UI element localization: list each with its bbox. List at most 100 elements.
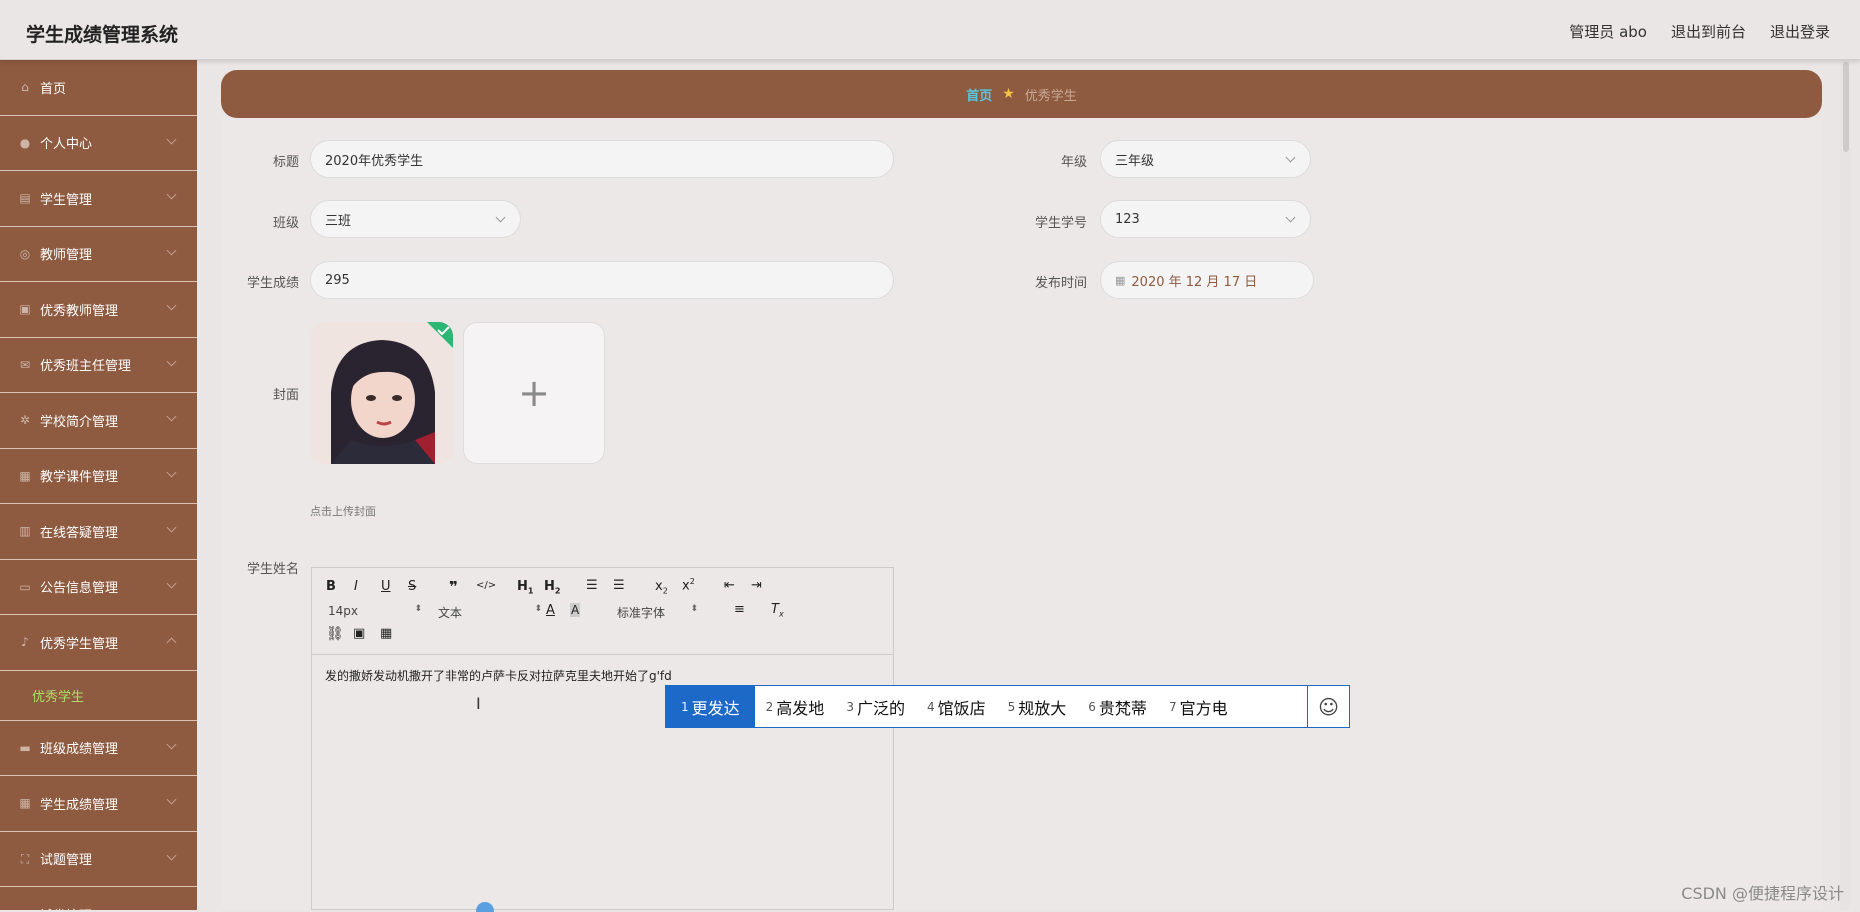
- sidebar-item-label: 在线答疑管理: [40, 525, 119, 541]
- candidate-text: 官方电: [1179, 698, 1228, 718]
- blockquote-icon[interactable]: ❞: [449, 578, 458, 596]
- candidate-text: 高发地: [776, 698, 825, 718]
- font-family-select[interactable]: 标准字体 ⬍: [617, 604, 698, 621]
- chevron-down-icon: [166, 739, 177, 749]
- sidebar-item-4[interactable]: ▣ 优秀教师管理: [0, 282, 197, 338]
- monitor-icon: ▭: [19, 579, 31, 594]
- superscript-icon[interactable]: x2: [682, 577, 695, 593]
- editor-content[interactable]: 发的撒娇发动机撒开了非常的卢萨卡反对拉萨克里夫地开始了g'fd: [325, 667, 672, 684]
- ime-candidate[interactable]: 2 高发地: [755, 686, 836, 727]
- sidebar-item-8[interactable]: ▥ 在线答疑管理: [0, 504, 197, 560]
- indent-icon[interactable]: ⇥: [751, 578, 762, 593]
- sidebar-item-11[interactable]: ▬ 班级成绩管理: [0, 721, 197, 776]
- candidate-text: 广泛的: [856, 698, 905, 718]
- ime-candidate[interactable]: 1 更发达: [666, 686, 755, 727]
- candidate-number: 1: [681, 699, 689, 714]
- admin-user-label: 管理员 abo: [1569, 23, 1647, 41]
- ime-candidate[interactable]: 4 馆饭店: [916, 686, 997, 727]
- chevron-down-icon: [1285, 212, 1296, 223]
- ime-candidate[interactable]: 7 官方电: [1158, 686, 1239, 727]
- sidebar-item-2[interactable]: ▤ 学生管理: [0, 171, 197, 227]
- sidebar-item-10[interactable]: ♪ 优秀学生管理: [0, 615, 197, 671]
- sidebar-item-1[interactable]: ● 个人中心: [0, 116, 197, 171]
- sidebar-item-12[interactable]: ▦ 学生成绩管理: [0, 776, 197, 832]
- subscript-icon[interactable]: x2: [655, 579, 668, 596]
- clear-format-icon[interactable]: Tx: [771, 602, 784, 619]
- sidebar-item-3[interactable]: ◎ 教师管理: [0, 227, 197, 282]
- underline-icon[interactable]: U: [381, 579, 391, 594]
- student-no-select[interactable]: 123: [1100, 200, 1311, 238]
- class-select[interactable]: 三班: [310, 200, 521, 238]
- page-scrollbar[interactable]: [1840, 60, 1850, 910]
- sidebar-item-0[interactable]: ⌂ 首页: [0, 60, 197, 116]
- sidebar-item-exam-papers[interactable]: ▤试卷管理: [0, 887, 197, 910]
- sidebar-item-6[interactable]: ✲ 学校简介管理: [0, 393, 197, 449]
- sidebar-item-label: 学校简介管理: [40, 414, 119, 430]
- code-icon[interactable]: </>: [476, 580, 496, 591]
- breadcrumb-home-link[interactable]: 首页: [966, 85, 992, 104]
- sidebar-item-label: 优秀班主任管理: [40, 359, 132, 375]
- image-icon[interactable]: ▣: [353, 626, 365, 641]
- sidebar-item-label: 公告信息管理: [40, 581, 119, 597]
- chevron-down-icon: [166, 189, 177, 200]
- title-label: 标题: [272, 155, 299, 170]
- emoji-icon[interactable]: ☺: [1307, 686, 1349, 727]
- ime-candidate[interactable]: 6 贵梵蒂: [1077, 686, 1158, 727]
- candidate-number: 2: [765, 699, 774, 714]
- italic-icon[interactable]: I: [354, 579, 358, 594]
- add-cover-button[interactable]: +: [463, 322, 605, 464]
- sidebar-subitem-excellent-students[interactable]: 优秀学生: [0, 671, 197, 721]
- publish-date-input[interactable]: ▦ 2020 年 12 月 17 日: [1100, 261, 1314, 299]
- exit-to-front-link[interactable]: 退出到前台: [1671, 21, 1746, 42]
- chevron-down-icon: [495, 212, 506, 223]
- sidebar-item-9[interactable]: ▭ 公告信息管理: [0, 560, 197, 615]
- select-arrows-icon: ⬍: [534, 604, 543, 614]
- chevron-down-icon: [166, 522, 177, 533]
- scrollbar-thumb[interactable]: [1843, 62, 1849, 152]
- bold-icon[interactable]: B: [326, 579, 336, 594]
- sidebar-item-7[interactable]: ▦ 教学课件管理: [0, 449, 197, 504]
- ime-candidate[interactable]: 3 广泛的: [835, 686, 916, 727]
- outdent-icon[interactable]: ⇤: [724, 578, 735, 593]
- video-icon[interactable]: ▦: [380, 626, 392, 641]
- cover-image[interactable]: [311, 322, 453, 464]
- mail-icon: ✉: [19, 357, 31, 372]
- logout-link[interactable]: 退出登录: [1770, 21, 1830, 42]
- sidebar-item-13[interactable]: ⛶ 试题管理: [0, 832, 197, 887]
- sidebar-item-label: 教学课件管理: [40, 470, 119, 486]
- block-type-value: 文本: [438, 606, 463, 620]
- ime-candidate[interactable]: 5 规放大: [997, 686, 1078, 727]
- score-input[interactable]: 295: [310, 261, 894, 299]
- align-icon[interactable]: ≡: [734, 602, 745, 617]
- font-size-select[interactable]: 14px ⬍: [328, 604, 422, 618]
- strikethrough-icon[interactable]: S: [408, 579, 416, 594]
- top-links: 管理员 abo 退出到前台 退出登录: [1569, 21, 1830, 42]
- heading1-icon[interactable]: H1: [517, 579, 533, 596]
- text-cursor-icon: I: [476, 694, 481, 713]
- bar-chart-icon: ▥: [19, 524, 31, 539]
- candidate-number: 5: [1007, 699, 1016, 714]
- link-icon[interactable]: ⛓: [326, 626, 344, 642]
- sidebar-item-label: 学生管理: [40, 192, 93, 208]
- heading2-icon[interactable]: H2: [544, 579, 560, 596]
- bullet-list-icon[interactable]: ☰: [613, 578, 625, 593]
- font-family-value: 标准字体: [617, 606, 666, 620]
- highlight-icon[interactable]: A: [570, 603, 581, 617]
- select-arrows-icon: ⬍: [690, 604, 699, 614]
- chevron-down-icon: [166, 794, 177, 805]
- calendar-icon: ▦: [1115, 273, 1126, 287]
- editor-toolbar: B I U S ❞ </> H1 H2 ☰ ☰ x2 x2 ⇤ ⇥ 14px ⬍ …: [312, 568, 893, 655]
- title-input[interactable]: 2020年优秀学生: [310, 140, 894, 178]
- font-color-icon[interactable]: A: [546, 603, 555, 618]
- app-title: 学生成绩管理系统: [26, 24, 179, 46]
- sidebar: ⌂ 首页 ● 个人中心 ▤ 学生管理 ◎ 教师管理 ▣ 优秀教师管理 ✉ 优秀班主任管理 ✲ 学校简介管理…: [0, 60, 197, 910]
- sidebar-item-5[interactable]: ✉ 优秀班主任管理: [0, 338, 197, 393]
- block-type-select[interactable]: 文本 ⬍: [438, 604, 542, 621]
- chevron-up-icon: [166, 637, 177, 648]
- font-size-value: 14px: [328, 604, 358, 618]
- candidate-text: 规放大: [1018, 698, 1067, 718]
- ordered-list-icon[interactable]: ☰: [586, 578, 598, 593]
- fullscreen-icon: ⛶: [20, 851, 30, 866]
- grade-select[interactable]: 三年级: [1100, 140, 1311, 178]
- publish-date-value: 2020 年 12 月 17 日: [1131, 274, 1258, 290]
